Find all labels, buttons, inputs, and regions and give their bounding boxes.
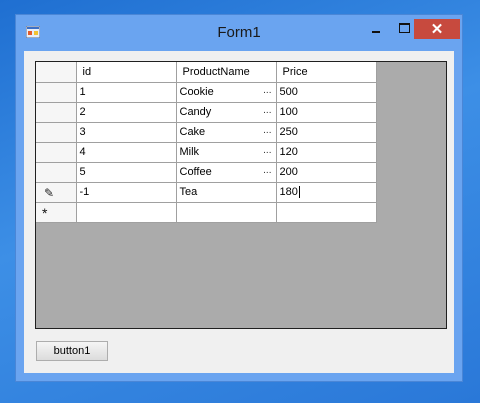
row-header[interactable] (36, 162, 77, 183)
cell-price[interactable] (276, 202, 377, 223)
cell-price[interactable]: 100 (276, 102, 377, 123)
data-grid-view[interactable]: id ProductName Price 1 Cookie... 500 2 C… (35, 61, 447, 329)
ellipsis-button[interactable]: ... (263, 85, 271, 96)
text-caret (298, 186, 300, 199)
cell-price[interactable]: 200 (276, 162, 377, 183)
ellipsis-button[interactable]: ... (263, 145, 271, 156)
cell-productname[interactable]: Cake... (176, 122, 277, 143)
asterisk-icon: * (42, 204, 48, 221)
header-row: id ProductName Price (36, 62, 377, 83)
cell-id[interactable]: 2 (76, 102, 177, 123)
minimize-icon (372, 31, 380, 33)
client-area: id ProductName Price 1 Cookie... 500 2 C… (24, 51, 454, 373)
row-header[interactable] (36, 122, 77, 143)
table-row: 4 Milk... 120 (36, 142, 377, 163)
cell-productname[interactable] (176, 202, 277, 223)
cell-id[interactable] (76, 202, 177, 223)
top-left-header-cell[interactable] (36, 62, 77, 83)
ellipsis-button[interactable]: ... (263, 125, 271, 136)
cell-productname[interactable]: Milk... (176, 142, 277, 163)
row-header-new[interactable]: * (36, 202, 77, 223)
cell-price[interactable]: 500 (276, 82, 377, 103)
cell-price-editing[interactable]: 180 (276, 182, 377, 203)
cell-price[interactable]: 120 (276, 142, 377, 163)
cell-id[interactable]: 1 (76, 82, 177, 103)
cell-productname[interactable]: Tea (176, 182, 277, 203)
maximize-icon (399, 23, 410, 33)
maximize-button[interactable] (392, 19, 416, 39)
grid-table: id ProductName Price 1 Cookie... 500 2 C… (36, 62, 377, 223)
row-header[interactable] (36, 82, 77, 103)
column-header-id[interactable]: id (76, 62, 177, 83)
cell-id[interactable]: 5 (76, 162, 177, 183)
row-header[interactable] (36, 102, 77, 123)
table-row-editing: ✎ -1 Tea 180 (36, 182, 377, 203)
minimize-button[interactable] (364, 19, 388, 39)
table-row: 3 Cake... 250 (36, 122, 377, 143)
ellipsis-button[interactable]: ... (263, 165, 271, 176)
cell-price[interactable]: 250 (276, 122, 377, 143)
column-header-price[interactable]: Price (276, 62, 377, 83)
ellipsis-button[interactable]: ... (263, 105, 271, 116)
column-header-productname[interactable]: ProductName (176, 62, 277, 83)
cell-productname[interactable]: Coffee... (176, 162, 277, 183)
pencil-icon: ✎ (44, 185, 55, 200)
cell-id[interactable]: -1 (76, 182, 177, 203)
cell-productname[interactable]: Candy... (176, 102, 277, 123)
button1[interactable]: button1 (36, 341, 108, 361)
cell-id[interactable]: 3 (76, 122, 177, 143)
close-button[interactable]: ✕ (414, 19, 460, 39)
title-bar[interactable]: Form1 ✕ (16, 15, 462, 51)
close-icon: ✕ (430, 21, 444, 38)
row-header-editing[interactable]: ✎ (36, 182, 77, 203)
cell-productname[interactable]: Cookie... (176, 82, 277, 103)
table-row: 2 Candy... 100 (36, 102, 377, 123)
form1-window: Form1 ✕ id ProductName Price 1 Cookie...… (15, 14, 463, 382)
table-row: 5 Coffee... 200 (36, 162, 377, 183)
new-row: * (36, 202, 377, 223)
table-row: 1 Cookie... 500 (36, 82, 377, 103)
cell-id[interactable]: 4 (76, 142, 177, 163)
row-header[interactable] (36, 142, 77, 163)
